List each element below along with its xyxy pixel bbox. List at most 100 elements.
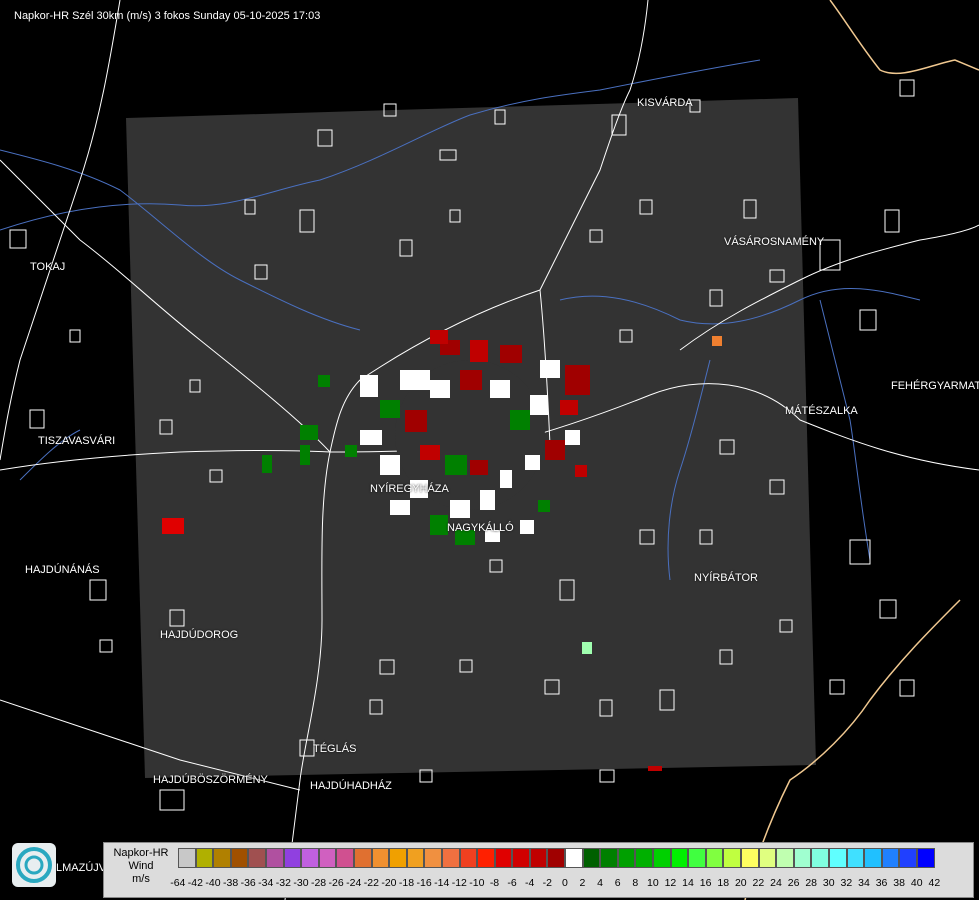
city-label-nyiregyhaza: NYÍREGYHÁZA (370, 483, 449, 495)
legend-swatch (653, 848, 671, 868)
legend-swatch (318, 848, 337, 868)
legend-swatch (741, 848, 759, 868)
legend-tick-label: 30 (822, 877, 835, 889)
legend-swatch (459, 848, 478, 868)
city-label-mateszalka: MÁTÉSZALKA (785, 405, 858, 417)
legend-tick-label: -30 (293, 877, 309, 889)
legend-swatch (424, 848, 442, 868)
legend-tick-label: 42 (928, 877, 941, 889)
city-label-vasarosnameny: VÁSÁROSNAMÉNY (724, 236, 825, 248)
map-title: Napkor-HR Szél 30km (m/s) 3 fokos Sunday… (14, 10, 321, 22)
legend-swatch (230, 848, 249, 868)
legend-swatch (670, 848, 689, 868)
legend-swatch (512, 848, 530, 868)
legend-tick-label: 20 (734, 877, 747, 889)
legend-tick-label: -10 (469, 877, 485, 889)
legend-swatch (846, 848, 865, 868)
legend-tick-label: 32 (840, 877, 853, 889)
legend-tick-label: 10 (646, 877, 659, 889)
legend-swatch (635, 848, 654, 868)
legend-swatch (758, 848, 777, 868)
legend-tick-label: 18 (717, 877, 730, 889)
legend-tick-label: -38 (222, 877, 239, 889)
legend-tick-label: -18 (398, 877, 415, 889)
legend-swatch (881, 848, 900, 868)
legend-swatch (617, 848, 636, 868)
legend-tick-label: -22 (363, 877, 379, 889)
legend-label: Napkor-HR Wind m/s (106, 847, 176, 886)
legend-swatch (336, 848, 354, 868)
map-canvas (0, 0, 979, 900)
legend-tick-label: -20 (381, 877, 397, 889)
legend-swatch (688, 848, 706, 868)
legend-tick-label: -2 (542, 877, 552, 889)
swirl-logo-icon (16, 847, 52, 883)
city-label-nyirbator: NYÍRBÁTOR (694, 572, 758, 584)
legend-tick-label: -8 (489, 877, 500, 889)
legend-swatch (406, 848, 425, 868)
city-label-fehergyarmat: FEHÉRGYARMAT (891, 380, 979, 392)
legend-product: Wind (128, 860, 154, 872)
legend-tick-label: -24 (346, 877, 362, 889)
legend-swatch (441, 848, 460, 868)
legend-swatch (265, 848, 284, 868)
legend-swatch (582, 848, 601, 868)
legend-swatch (195, 848, 214, 868)
legend-tick-label: 34 (858, 877, 870, 889)
legend-tick-label: -14 (434, 877, 450, 889)
legend-tick-label: 12 (664, 877, 677, 889)
legend-tick-label: 22 (752, 877, 765, 889)
city-label-hajdudorog: HAJDÚDOROG (160, 629, 239, 641)
legend-tick-label: 2 (579, 877, 586, 889)
legend-tick-label: 40 (910, 877, 923, 889)
legend-swatch (248, 848, 266, 868)
legend-tick-label: 0 (561, 877, 568, 889)
legend-tick-label: -6 (507, 877, 517, 889)
city-label-hajduhadhaz: HAJDÚHADHÁZ (310, 780, 392, 792)
legend-swatch (213, 848, 231, 868)
legend-tick-label: -42 (187, 877, 203, 889)
legend-swatch (494, 848, 513, 868)
legend-tick-label: 26 (787, 877, 800, 889)
legend-tick-label: 4 (597, 877, 603, 889)
city-label-hajduboszormeny: HAJDÚBÖSZÖRMÉNY (153, 774, 268, 786)
legend-swatch (916, 848, 935, 868)
legend-tick-label: 28 (805, 877, 818, 889)
legend-swatch (353, 848, 372, 868)
legend-swatch (178, 848, 196, 868)
legend-swatch (600, 848, 618, 868)
city-label-teglas: TÉGLÁS (313, 743, 357, 755)
legend-tick-label: 16 (699, 877, 712, 889)
city-label-tiszavasvari: TISZAVASVÁRI (38, 435, 116, 447)
legend-tick-label: 8 (632, 877, 639, 889)
legend-swatch (301, 848, 319, 868)
legend-swatch (283, 848, 302, 868)
legend-swatch (529, 848, 548, 868)
city-label-tokaj: TOKAJ (30, 261, 66, 273)
legend-tick-label: 38 (893, 877, 905, 889)
wind-legend: Napkor-HR Wind m/s -64 -42 -40 -38 -36 -34 -32… (103, 842, 974, 898)
legend-swatch (477, 848, 495, 868)
legend-tick-label: -16 (416, 877, 432, 889)
radar-map-view: Napkor-HR Szél 30km (m/s) 3 fokos Sunday… (0, 0, 979, 900)
napkor-logo (12, 843, 56, 887)
legend-swatch (776, 848, 794, 868)
legend-tick-label: 36 (875, 877, 888, 889)
legend-tick-label: -26 (328, 877, 344, 889)
legend-tick-label: -40 (205, 877, 221, 889)
legend-swatch (811, 848, 829, 868)
legend-swatch (565, 848, 583, 868)
legend-tick-label: -64 (170, 877, 186, 889)
legend-swatch (793, 848, 812, 868)
legend-tick-label: -34 (258, 877, 274, 889)
city-label-nagykallo: NAGYKÁLLÓ (447, 522, 514, 534)
legend-swatch (828, 848, 847, 868)
legend-tick-label: -12 (451, 877, 467, 889)
legend-swatch (864, 848, 882, 868)
legend-swatch (547, 848, 566, 868)
legend-tick-label: 14 (682, 877, 694, 889)
legend-unit: m/s (132, 873, 150, 885)
legend-tick-label: 24 (770, 877, 782, 889)
legend-tick-label: -36 (240, 877, 256, 889)
city-label-hajdunanas: HAJDÚNÁNÁS (25, 564, 100, 576)
